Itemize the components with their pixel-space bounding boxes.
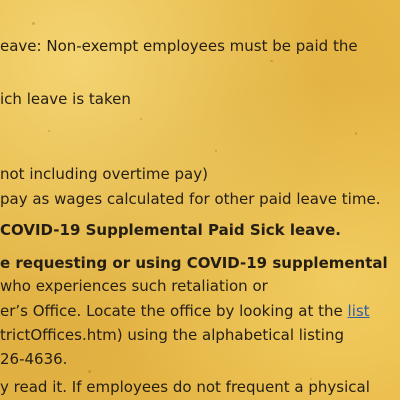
- text-line: not including overtime pay): [0, 165, 208, 183]
- text-fragment: er’s Office. Locate the office by lookin…: [0, 302, 348, 320]
- paper-speck: [32, 22, 35, 25]
- paper-speck: [140, 118, 142, 120]
- text-line: eave: Non-exempt employees must be paid …: [0, 37, 358, 55]
- paper-speck: [355, 132, 357, 135]
- document-page: eave: Non-exempt employees must be paid …: [0, 0, 400, 400]
- text-line: pay as wages calculated for other paid l…: [0, 190, 381, 208]
- paper-speck: [88, 370, 91, 373]
- paper-speck: [215, 150, 217, 152]
- text-line: 26-4636.: [0, 350, 68, 368]
- section-heading: e requesting or using COVID-19 supplemen…: [0, 254, 388, 272]
- paper-speck: [270, 60, 273, 62]
- text-line: trictOffices.htm) using the alphabetical…: [0, 326, 344, 344]
- text-line: er’s Office. Locate the office by lookin…: [0, 301, 370, 321]
- section-heading: COVID-19 Supplemental Paid Sick leave.: [0, 221, 341, 239]
- text-line: ich leave is taken: [0, 90, 131, 108]
- text-line: y read it. If employees do not frequent …: [0, 378, 370, 396]
- paper-speck: [48, 130, 50, 132]
- text-line: who experiences such retaliation or: [0, 277, 268, 295]
- district-offices-list-link[interactable]: list: [348, 302, 370, 320]
